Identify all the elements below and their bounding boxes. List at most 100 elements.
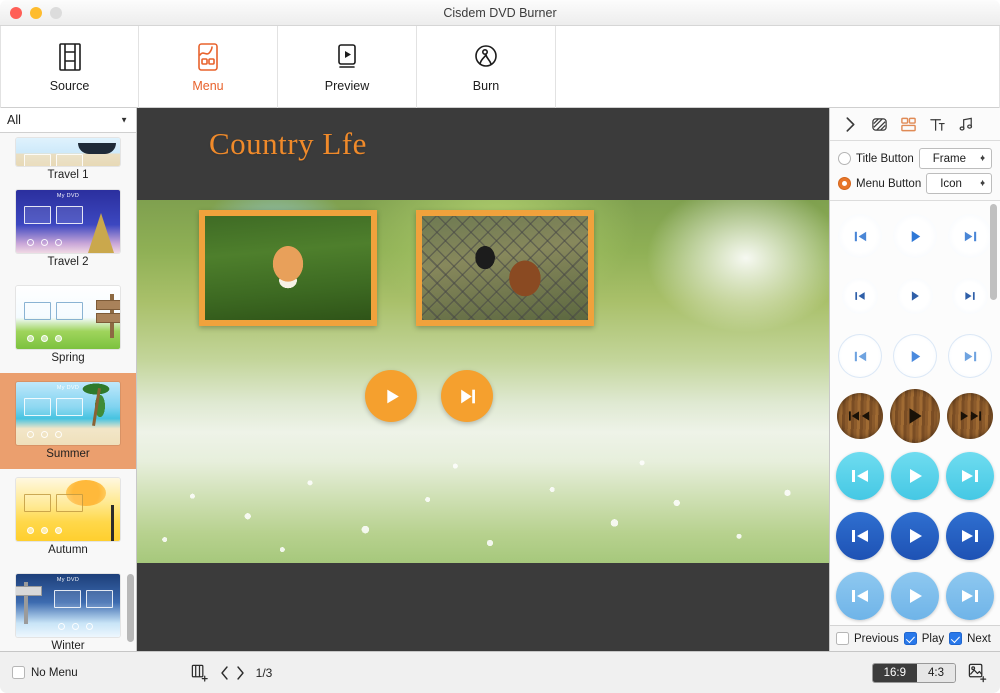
play-icon	[897, 278, 933, 314]
button-layout-icon	[900, 116, 917, 133]
toolbar-item-preview[interactable]: Preview	[278, 26, 417, 108]
tab-buttons[interactable]	[894, 111, 923, 137]
sidebar-scrollbar[interactable]	[127, 136, 134, 647]
palm-tree-icon	[74, 382, 118, 426]
button-style-option[interactable]	[945, 451, 995, 501]
tab-collapse[interactable]	[836, 111, 865, 137]
toolbar-item-burn[interactable]: Burn	[417, 26, 556, 108]
prev-icon	[836, 572, 884, 620]
template-thumbnail: My DVD	[16, 190, 120, 253]
button-style-option[interactable]	[890, 571, 940, 621]
menu-play-button[interactable]	[365, 370, 417, 422]
button-style-grid[interactable]	[830, 201, 1000, 625]
inspector-scrollbar[interactable]	[990, 204, 997, 619]
zoom-button[interactable]	[50, 7, 62, 19]
label-menu-button: Menu Button	[856, 178, 921, 190]
menu-next-button[interactable]	[441, 370, 493, 422]
text-icon	[929, 116, 946, 133]
menu-preview-canvas[interactable]: Country Lfe	[137, 108, 830, 651]
button-style-option[interactable]	[945, 271, 995, 321]
button-style-row	[830, 511, 1000, 561]
tab-music[interactable]	[952, 111, 981, 137]
menu-title-text[interactable]: Country Lfe	[209, 126, 367, 162]
button-style-option[interactable]	[945, 391, 995, 441]
add-image-icon[interactable]	[967, 662, 988, 683]
chevron-left-icon[interactable]	[219, 665, 231, 681]
template-name: Spring	[51, 352, 84, 364]
template-thumbnail	[16, 286, 120, 349]
template-item-winter[interactable]: My DVD Winter	[0, 565, 136, 651]
select-menu-button-style[interactable]: Icon ▲▼	[926, 173, 992, 194]
button-style-option[interactable]	[835, 511, 885, 561]
aspect-ratio-segmented-control[interactable]: 16:9 4:3	[872, 663, 956, 683]
button-style-option[interactable]	[890, 391, 940, 441]
template-item-travel-1[interactable]: Travel 1	[0, 133, 136, 181]
button-style-option[interactable]	[835, 211, 885, 261]
template-thumbnail: My DVD	[16, 382, 120, 445]
add-frame-icon[interactable]	[190, 663, 209, 682]
button-style-option[interactable]	[945, 331, 995, 381]
toolbar-item-source[interactable]: Source	[0, 26, 139, 108]
prev-icon	[838, 214, 882, 258]
button-style-option[interactable]	[945, 571, 995, 621]
button-style-option[interactable]	[945, 211, 995, 261]
button-style-option[interactable]	[945, 511, 995, 561]
radio-menu-button[interactable]	[838, 177, 851, 190]
checkbox-no-menu[interactable]	[12, 666, 25, 679]
prev-icon	[837, 393, 883, 439]
select-menu-button-value: Icon	[931, 178, 962, 190]
template-list[interactable]: Travel 1 My DVD Travel 2	[0, 133, 136, 651]
inspector-scrollbar-thumb[interactable]	[990, 204, 997, 300]
template-sidebar: All ▼ Travel 1 My DVD	[0, 108, 137, 651]
button-style-option[interactable]	[890, 211, 940, 261]
radio-title-button[interactable]	[838, 152, 851, 165]
checkbox-next[interactable]	[949, 632, 962, 645]
disc-flame-icon	[473, 42, 499, 72]
button-visibility-footer: Previous Play Next	[830, 625, 1000, 651]
button-style-option[interactable]	[890, 271, 940, 321]
chapter-thumbnail-2[interactable]	[416, 210, 594, 326]
template-item-spring[interactable]: Spring	[0, 277, 136, 373]
page-indicator: 1/3	[256, 666, 273, 680]
thumb-frames	[24, 154, 83, 166]
close-button[interactable]	[10, 7, 22, 19]
next-icon	[947, 393, 993, 439]
aspect-ratio-4-3[interactable]: 4:3	[917, 664, 955, 682]
music-note-icon	[958, 116, 975, 133]
template-item-travel-2[interactable]: My DVD Travel 2	[0, 181, 136, 277]
aspect-ratio-16-9[interactable]: 16:9	[873, 664, 917, 682]
template-name: Travel 1	[47, 169, 88, 181]
chapter-nav-arrows[interactable]	[219, 665, 246, 681]
minimize-button[interactable]	[30, 7, 42, 19]
checkbox-play[interactable]	[904, 632, 917, 645]
chapter-thumbnail-1[interactable]	[199, 210, 377, 326]
select-title-button-style[interactable]: Frame ▲▼	[919, 148, 992, 169]
button-style-option[interactable]	[890, 331, 940, 381]
button-style-option[interactable]	[890, 451, 940, 501]
title-bar: Cisdem DVD Burner	[0, 0, 1000, 26]
main-toolbar: Source Menu Preview	[0, 26, 1000, 108]
label-no-menu: No Menu	[31, 667, 78, 679]
template-filter-select[interactable]: All ▼	[0, 108, 136, 133]
template-name: Summer	[46, 448, 89, 460]
template-item-autumn[interactable]: Autumn	[0, 469, 136, 565]
tab-background[interactable]	[865, 111, 894, 137]
button-style-option[interactable]	[835, 271, 885, 321]
sidebar-scrollbar-thumb[interactable]	[127, 574, 134, 642]
template-name: Autumn	[48, 544, 88, 556]
prev-icon	[836, 512, 884, 560]
checkbox-previous[interactable]	[836, 632, 849, 645]
label-previous: Previous	[854, 633, 899, 645]
button-style-option[interactable]	[835, 331, 885, 381]
button-style-option[interactable]	[835, 451, 885, 501]
template-item-summer[interactable]: My DVD Summer	[0, 373, 136, 469]
thumb-title: My DVD	[16, 193, 120, 199]
button-style-option[interactable]	[835, 571, 885, 621]
toolbar-item-menu[interactable]: Menu	[139, 26, 278, 108]
button-style-option[interactable]	[835, 391, 885, 441]
chevron-right-icon[interactable]	[234, 665, 246, 681]
button-style-option[interactable]	[890, 511, 940, 561]
template-name: Winter	[51, 640, 84, 651]
template-thumbnail	[16, 478, 120, 541]
tab-text[interactable]	[923, 111, 952, 137]
